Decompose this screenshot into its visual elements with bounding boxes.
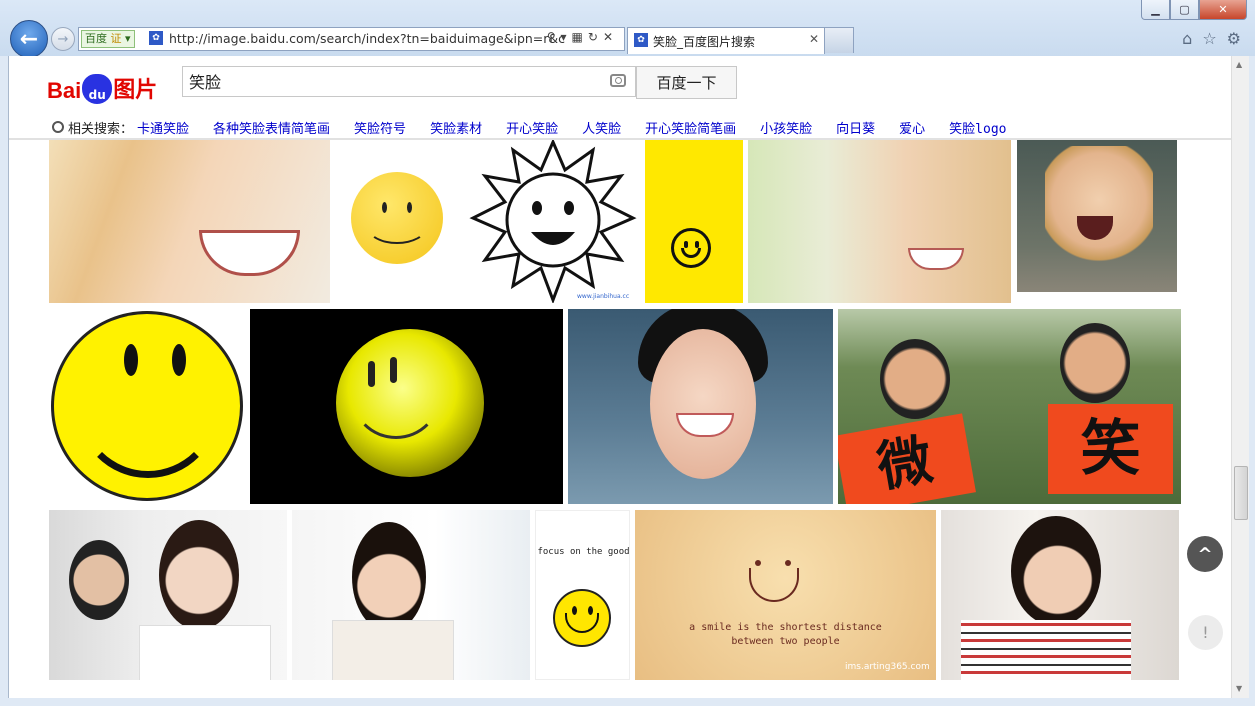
focus-caption: focus on the good [537, 547, 630, 557]
new-tab-button[interactable] [824, 27, 854, 53]
image-smile-quote[interactable]: a smile is the shortest distance between… [635, 510, 936, 680]
sign-right: 笑 [1048, 404, 1173, 494]
minimize-button[interactable]: ▁ [1141, 0, 1170, 20]
image-focus-on-the-good[interactable]: focus on the good [535, 510, 630, 680]
close-tab-icon[interactable]: ✕ [809, 32, 819, 46]
sun-caption: www.jianbihua.cc [577, 293, 629, 300]
logo-tu: 图片 [113, 78, 158, 103]
image-sun-drawing[interactable]: www.jianbihua.cc [465, 140, 640, 303]
baidu-favicon-icon: ✿ [149, 31, 163, 45]
tab-active[interactable]: ✿ 笑脸_百度图片搜索 ✕ [627, 27, 825, 54]
page-scrollbar[interactable]: ▲ ▼ [1231, 56, 1249, 698]
tab-title: 笑脸_百度图片搜索 [653, 35, 756, 49]
related-link[interactable]: 人笑脸 [582, 118, 621, 137]
baidu-image-logo[interactable]: Bai du 图片 [47, 70, 157, 104]
related-link[interactable]: 笑脸符号 [354, 118, 406, 137]
camera-search-icon[interactable] [610, 74, 626, 87]
url-text[interactable]: http://image.baidu.com/search/index?tn=b… [169, 31, 565, 46]
image-yellow-smiley[interactable] [336, 140, 460, 303]
logo-bai: Bai [47, 78, 82, 103]
search-button[interactable]: 百度一下 [636, 66, 737, 99]
address-actions[interactable]: ⚲▾▦↻✕ [547, 30, 618, 44]
back-button[interactable]: ← [10, 20, 48, 58]
compat-icon[interactable]: ▦ [572, 30, 588, 44]
browser-tools: ⌂ ☆ ⚙ [1182, 29, 1241, 48]
forward-button[interactable]: → [51, 27, 75, 51]
search-icon [52, 121, 64, 133]
image-woman-winking[interactable] [49, 140, 330, 303]
scroll-up-arrow-icon[interactable]: ▲ [1236, 60, 1242, 69]
favorites-star-icon[interactable]: ☆ [1202, 29, 1216, 48]
related-link[interactable]: 开心笑脸简笔画 [645, 118, 736, 137]
home-icon[interactable]: ⌂ [1182, 29, 1192, 48]
sign-left: 微 [838, 413, 976, 504]
smiley-icon [351, 172, 443, 264]
quote-line-1: a smile is the shortest distance [689, 622, 882, 633]
search-input[interactable] [189, 71, 589, 91]
image-glowing-smiley[interactable] [250, 309, 563, 504]
search-icon[interactable]: ⚲ [547, 30, 561, 44]
image-big-smiley[interactable] [49, 309, 245, 504]
related-label: 相关搜索： [68, 121, 134, 137]
paw-icon: du [82, 74, 113, 104]
feedback-button[interactable]: ! [1188, 615, 1223, 650]
image-yellow-smiley-card[interactable] [645, 140, 743, 303]
image-blonde-woman[interactable] [748, 140, 1011, 303]
smiley-icon [51, 311, 243, 501]
chevron-up-icon: ^ [1197, 543, 1213, 565]
related-link[interactable]: 向日葵 [836, 118, 875, 137]
scrollbar-thumb[interactable] [1234, 466, 1248, 520]
arrow-right-icon: → [57, 31, 69, 47]
maximize-button[interactable]: ▢ [1170, 0, 1199, 20]
gear-icon[interactable]: ⚙ [1227, 29, 1241, 48]
page-viewport: Bai du 图片 百度一下 相关搜索： 卡通笑脸 各种笑脸表情简笔画 笑脸符号… [8, 56, 1231, 698]
image-girl-striped-shirt[interactable] [941, 510, 1179, 680]
smiley-icon [553, 589, 611, 647]
related-link[interactable]: 笑脸素材 [430, 118, 482, 137]
back-to-top-button[interactable]: ^ [1187, 536, 1223, 572]
related-link[interactable]: 小孩笑脸 [760, 118, 812, 137]
related-searches: 相关搜索： 卡通笑脸 各种笑脸表情简笔画 笑脸符号 笑脸素材 开心笑脸 人笑脸 … [52, 118, 1030, 137]
exclamation-icon: ! [1202, 623, 1209, 642]
related-link[interactable]: 开心笑脸 [506, 118, 558, 137]
close-window-button[interactable]: ✕ [1199, 0, 1247, 20]
arrow-left-icon: ← [19, 26, 39, 52]
related-link[interactable]: 爱心 [899, 118, 925, 137]
related-link[interactable]: 笑脸logo [949, 118, 1006, 137]
search-box [182, 66, 636, 97]
address-bar[interactable]: 百度 证 ▾ ✿ http://image.baidu.com/search/i… [78, 27, 625, 51]
image-woman-white-blouse[interactable] [292, 510, 530, 680]
related-link[interactable]: 卡通笑脸 [137, 118, 189, 137]
browser-chrome: ▁ ▢ ✕ ← → 百度 证 ▾ ✿ http://image.baidu.co… [0, 0, 1255, 58]
image-kids-holding-signs[interactable]: 微 笑 [838, 309, 1181, 504]
site-verify-badge[interactable]: 百度 证 ▾ [81, 30, 135, 48]
image-laughing-child[interactable] [1017, 140, 1177, 292]
quote-line-2: between two people [731, 636, 840, 647]
window-controls: ▁ ▢ ✕ [1141, 0, 1247, 20]
sun-face-icon: www.jianbihua.cc [469, 140, 637, 303]
stop-icon[interactable]: ✕ [603, 30, 618, 44]
smiley-outline-icon [671, 228, 711, 268]
quote-source: ims.arting365.com [845, 662, 930, 672]
baidu-favicon-icon: ✿ [634, 33, 648, 47]
image-smiling-woman[interactable] [568, 309, 833, 504]
refresh-icon[interactable]: ↻ [588, 30, 603, 44]
image-office-women[interactable] [49, 510, 287, 680]
scroll-down-arrow-icon[interactable]: ▼ [1236, 684, 1242, 693]
related-link[interactable]: 各种笑脸表情简笔画 [213, 118, 330, 137]
dropdown-icon[interactable]: ▾ [561, 30, 572, 44]
